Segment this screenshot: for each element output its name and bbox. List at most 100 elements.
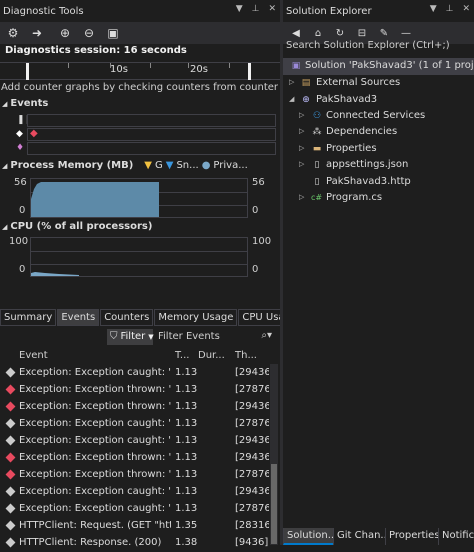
table-row[interactable]: Exception: Exception caught: 'Sys... 1.13…	[0, 433, 270, 450]
table-row[interactable]: Exception: Exception thrown: 'Sys... 1.13…	[0, 467, 270, 484]
tree-item-program-cs[interactable]: ▷ c# Program.cs	[283, 190, 474, 207]
connected-services-icon: ⚇	[312, 111, 322, 121]
gc-legend-label: G	[155, 160, 163, 171]
pin-icon[interactable]: ⊥	[446, 4, 454, 14]
event-type-icon	[5, 520, 16, 531]
column-event[interactable]: Event	[19, 350, 48, 361]
collapse-icon[interactable]: ◢	[289, 95, 294, 103]
zoom-out-icon[interactable]: ⊖	[80, 24, 98, 42]
events-label: Events	[10, 98, 49, 109]
time-cell: 1.13s	[175, 401, 197, 412]
tree-label: Program.cs	[326, 192, 383, 203]
tab-memory-usage[interactable]: Memory Usage	[154, 309, 238, 326]
private-bytes-legend-icon: ●	[201, 160, 211, 171]
table-row[interactable]: HTTPClient: Response. (200) 1.38s [9436]	[0, 535, 270, 552]
expand-icon[interactable]: ▷	[299, 127, 304, 135]
thread-cell: [29436	[235, 435, 269, 446]
tree-label: PakShavad3	[316, 94, 378, 105]
cpu-label: CPU (% of all processors)	[10, 221, 153, 232]
column-time[interactable]: T...	[175, 350, 189, 361]
cpu-section-header[interactable]: ◢ CPU (% of all processors)	[2, 221, 152, 232]
scrollbar-thumb[interactable]	[271, 464, 277, 544]
filter-bar: ⛉ Filter ▼ Filter Events ⌕▾	[0, 328, 280, 345]
tab-notifications[interactable]: Notific...	[438, 528, 474, 545]
tab-properties[interactable]: Properties	[385, 528, 438, 545]
event-type-icon	[5, 435, 16, 446]
time-cell: 1.13s	[175, 418, 197, 429]
memory-ymin-right: 0	[252, 205, 259, 216]
filter-button[interactable]: ⛉ Filter ▼	[107, 328, 154, 345]
tree-item-http-file[interactable]: ▯ PakShavad3.http	[283, 174, 474, 191]
tab-summary[interactable]: Summary	[0, 309, 57, 326]
collapse-icon: ◢	[2, 99, 8, 108]
exception-marker-icon[interactable]: ◆	[30, 128, 38, 139]
events-scrollbar[interactable]	[270, 364, 278, 545]
expand-icon[interactable]: ▷	[299, 144, 304, 152]
cpu-chart[interactable]	[30, 237, 248, 277]
expand-icon[interactable]: ▷	[299, 111, 304, 119]
table-row[interactable]: HTTPClient: Request. (GET "http:... 1.35s…	[0, 518, 270, 535]
memory-section-header[interactable]: ◢ Process Memory (MB) ▼ G ▼ Sn... ● Priv…	[2, 160, 248, 171]
solution-search-input[interactable]: Search Solution Explorer (Ctrl+;)	[283, 40, 474, 56]
tab-events[interactable]: Events	[57, 309, 100, 326]
table-row[interactable]: Exception: Exception thrown: 'Sys... 1.13…	[0, 382, 270, 399]
table-row[interactable]: Exception: Exception caught: 'Sys... 1.13…	[0, 501, 270, 518]
time-cell: 1.13s	[175, 452, 197, 463]
tree-item-connected-services[interactable]: ▷ ⚇ Connected Services	[283, 108, 474, 125]
tree-label: External Sources	[316, 77, 401, 88]
solution-explorer-titlebar: Solution Explorer ▼ ⊥ ✕	[283, 0, 474, 22]
external-sources-icon: ▤	[301, 78, 311, 88]
tree-item-project[interactable]: ◢ ⊕ PakShavad3	[283, 92, 474, 109]
table-row[interactable]: Exception: Exception thrown: 'Sys... 1.13…	[0, 450, 270, 467]
close-icon[interactable]: ✕	[462, 4, 470, 14]
timeline-ruler[interactable]: 10s 20s	[0, 62, 280, 80]
tree-item-external-sources[interactable]: ▷ ▤ External Sources	[283, 75, 474, 92]
diagnostic-tools-panel: Diagnostic Tools ▼ ⊥ ✕ ⚙ ➜ ⊕ ⊖ ▣ Diagnos…	[0, 0, 318, 548]
tab-solution-explorer[interactable]: Solution...	[283, 528, 333, 545]
expand-icon[interactable]: ▷	[299, 160, 304, 168]
time-cell: 1.13s	[175, 503, 197, 514]
search-icon[interactable]: ⌕▾	[261, 330, 272, 341]
settings-icon[interactable]: ⚙	[4, 24, 22, 42]
filter-events-input[interactable]: Filter Events ⌕▾	[156, 329, 274, 345]
expand-icon[interactable]: ▷	[289, 78, 294, 86]
timeline-start-handle[interactable]	[26, 63, 29, 80]
memory-chart[interactable]	[30, 178, 248, 218]
tree-item-solution[interactable]: ▣ Solution 'PakShavad3' (1 of 1 project)	[283, 58, 474, 75]
thread-cell: [29436	[235, 367, 269, 378]
events-section-header[interactable]: ◢ Events	[2, 98, 48, 109]
event-type-icon	[5, 452, 16, 463]
table-row[interactable]: Exception: Exception caught: 'Sys... 1.13…	[0, 416, 270, 433]
gc-legend-icon: ▼	[144, 160, 152, 171]
expand-icon[interactable]: ▷	[299, 193, 304, 201]
column-duration[interactable]: Dur...	[198, 350, 225, 361]
solution-icon: ▣	[291, 61, 301, 71]
event-cell: Exception: Exception thrown: 'Sys...	[19, 401, 171, 412]
close-icon[interactable]: ✕	[268, 4, 276, 14]
export-icon[interactable]: ➜	[28, 24, 46, 42]
event-type-icon	[5, 503, 16, 514]
tree-label: Solution 'PakShavad3' (1 of 1 project)	[305, 60, 474, 71]
tree-item-appsettings[interactable]: ▷ ▯ appsettings.json	[283, 157, 474, 174]
tab-git-changes[interactable]: Git Chan...	[333, 528, 385, 545]
table-row[interactable]: Exception: Exception caught: 'Sys... 1.13…	[0, 365, 270, 382]
events-table-header: Event T... Dur... Th...	[0, 348, 270, 364]
table-row[interactable]: Exception: Exception caught: 'Sys... 1.13…	[0, 484, 270, 501]
memory-ymax-left: 56	[14, 177, 27, 188]
tree-item-properties[interactable]: ▷ ▬ Properties	[283, 141, 474, 158]
event-type-icon	[5, 469, 16, 480]
pin-icon[interactable]: ⊥	[252, 4, 260, 14]
timeline-end-handle[interactable]	[248, 63, 251, 80]
event-cell: Exception: Exception caught: 'Sys...	[19, 486, 171, 497]
dropdown-icon[interactable]: ▼	[430, 4, 437, 14]
tree-label: appsettings.json	[326, 159, 409, 170]
ruler-label-20s: 20s	[190, 64, 208, 75]
events-lane-exceptions[interactable]: ◆	[27, 128, 276, 141]
tab-counters[interactable]: Counters	[100, 309, 154, 326]
zoom-in-icon[interactable]: ⊕	[56, 24, 74, 42]
table-row[interactable]: Exception: Exception thrown: 'Sys... 1.13…	[0, 399, 270, 416]
column-thread[interactable]: Th...	[235, 350, 257, 361]
reset-zoom-icon[interactable]: ▣	[104, 24, 122, 42]
dropdown-icon[interactable]: ▼	[236, 4, 243, 14]
tree-item-dependencies[interactable]: ▷ ⁂ Dependencies	[283, 124, 474, 141]
